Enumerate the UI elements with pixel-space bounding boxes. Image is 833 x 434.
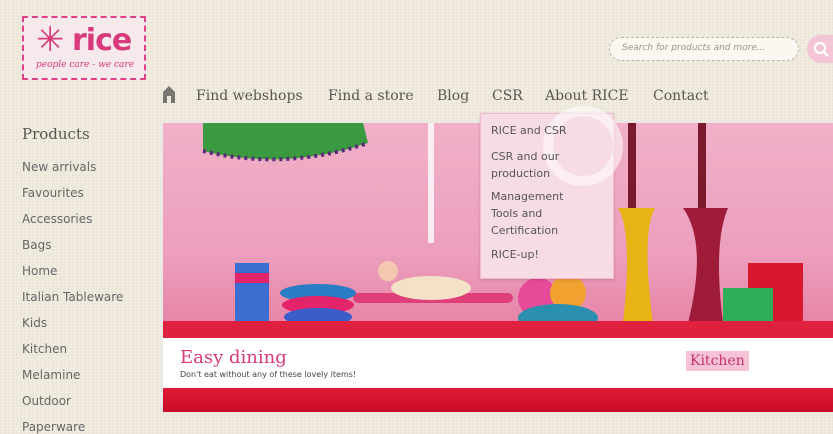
menu-item-rice-up[interactable]: RICE-up! — [491, 246, 539, 263]
banner-title: Easy dining — [180, 347, 287, 368]
menu-item-management-tools[interactable]: Management Tools and Certification — [491, 188, 563, 239]
nav-blog[interactable]: Blog — [437, 88, 469, 104]
asterisk-logo-icon: ✳ — [36, 20, 65, 60]
table-surface — [163, 321, 833, 338]
banner-bottom-strip — [163, 388, 833, 412]
menu-item-rice-and-csr[interactable]: RICE and CSR — [491, 122, 567, 139]
banner-caption: Easy dining Don't eat without any of the… — [163, 338, 833, 388]
nav-about-rice[interactable]: About RICE — [545, 88, 629, 104]
csr-dropdown-menu: RICE and CSR CSR and our production Mana… — [480, 106, 623, 279]
sidebar-item-accessories[interactable]: Accessories — [22, 212, 92, 226]
sidebar-item-outdoor[interactable]: Outdoor — [22, 394, 71, 408]
sidebar-item-home[interactable]: Home — [22, 264, 57, 278]
sidebar-item-kids[interactable]: Kids — [22, 316, 47, 330]
sidebar-item-melamine[interactable]: Melamine — [22, 368, 80, 382]
sidebar-item-favourites[interactable]: Favourites — [22, 186, 84, 200]
sidebar-item-new-arrivals[interactable]: New arrivals — [22, 160, 96, 174]
search-icon — [813, 41, 829, 57]
sidebar-item-bags[interactable]: Bags — [22, 238, 51, 252]
logo-tagline: people care - we care — [36, 60, 135, 70]
home-icon[interactable] — [160, 84, 178, 104]
nav-find-webshops[interactable]: Find webshops — [196, 88, 303, 104]
sidebar-item-italian-tableware[interactable]: Italian Tableware — [22, 290, 123, 304]
search-input[interactable]: Search for products and more... — [609, 37, 799, 61]
nav-find-a-store[interactable]: Find a store — [328, 88, 414, 104]
banner-subtitle: Don't eat without any of these lovely it… — [180, 370, 357, 379]
menu-item-csr-and-production[interactable]: CSR and our production — [491, 148, 559, 182]
products-heading: Products — [22, 125, 90, 143]
rice-logo[interactable]: ✳ rice people care - we care — [22, 16, 146, 80]
search-button[interactable] — [807, 35, 833, 63]
logo-wordmark: rice — [72, 23, 132, 58]
kitchen-tag-link[interactable]: Kitchen — [686, 351, 749, 371]
sidebar-item-kitchen[interactable]: Kitchen — [22, 342, 67, 356]
nav-contact[interactable]: Contact — [653, 88, 709, 104]
nav-csr[interactable]: CSR — [492, 88, 523, 104]
